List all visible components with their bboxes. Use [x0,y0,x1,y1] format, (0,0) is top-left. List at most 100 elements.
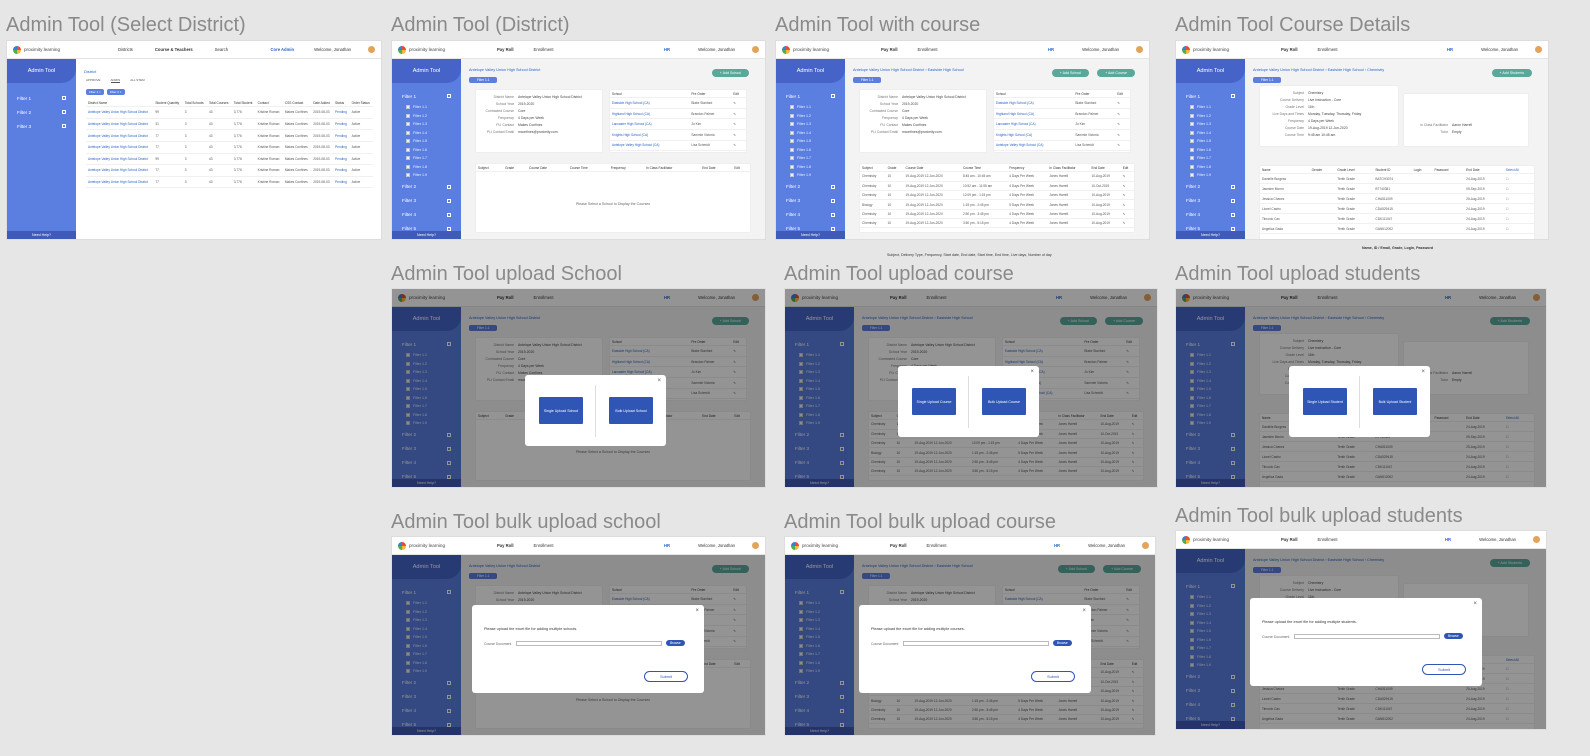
column-header[interactable]: In Class Facilitator [644,164,701,173]
table-cell[interactable]: Pending [333,106,350,119]
edit-icon[interactable]: ✎ [1115,118,1130,130]
column-header[interactable]: School [994,90,1074,99]
breadcrumb[interactable]: Antelope Valley Union High School Distri… [853,68,964,72]
column-header[interactable]: Student ID [1373,166,1412,175]
checkbox[interactable] [790,147,794,152]
row-checkbox[interactable]: ☐ [1503,193,1534,205]
edit-icon[interactable]: ✎ [731,108,746,120]
checkbox[interactable] [406,164,410,169]
nav-payroll[interactable]: Pay Roll [1281,537,1298,542]
column-header[interactable]: Grade Level [1335,166,1374,175]
table-row[interactable]: Antelope Valley High School (CA)Lisa Sch… [610,140,746,152]
checkbox[interactable] [406,105,410,110]
sidebar-subfilter[interactable]: Filter 1.5 [776,137,845,146]
edit-icon[interactable]: ✎ [1120,209,1134,220]
checkbox[interactable] [790,173,794,178]
column-header[interactable]: Edit [1115,90,1130,99]
nav-enrollment[interactable]: Enrollment [534,47,554,52]
edit-icon[interactable]: ✎ [731,140,746,152]
close-icon[interactable]: × [657,378,661,384]
table-row[interactable]: Eastside High School (CA) Blake Stanford ✎ [610,97,746,109]
avatar[interactable] [1142,542,1149,549]
table-row[interactable]: Antelope Valley Union High School Distri… [86,141,373,154]
single-upload-button[interactable]: Single Upload Student [1303,388,1347,415]
sidebar-subfilter[interactable]: Filter 1.9 [1176,171,1245,180]
table-row[interactable]: Lionel Castro Tenth Grade CDA529415 24-Aug-… [1260,203,1534,215]
table-row[interactable]: Chemistry 10 19-Aug-2019 12-Jun-2020 2:50 p… [860,209,1134,220]
school-link[interactable]: Lancaster High School (CA) [994,118,1074,130]
district-name-link[interactable]: Antelope Valley Union High School Distri… [86,141,154,154]
help-link[interactable]: Need Help? [1176,231,1245,239]
column-header[interactable]: District Name [86,99,154,108]
sidebar-filter-1[interactable]: Filter 1 [392,89,461,103]
column-header[interactable]: Total Student [231,99,256,108]
column-header[interactable]: Name [1260,166,1310,175]
close-icon[interactable]: × [1030,369,1034,375]
avatar[interactable] [752,46,759,53]
avatar[interactable] [1533,536,1540,543]
tab-admin[interactable]: ADMIN [110,78,121,83]
table-row[interactable]: Lancaster High School (CA)Jo Kim✎ [610,118,746,130]
sidebar-subfilter[interactable]: Filter 1.5 [1176,137,1245,146]
checkbox[interactable] [1190,147,1194,152]
nav-enrollment[interactable]: Enrollment [1318,537,1338,542]
district-name-link[interactable]: Antelope Valley Union High School Distri… [86,118,154,131]
help-link[interactable]: Need Help? [776,231,845,239]
sidebar-subfilter[interactable]: Filter 1.5 [392,137,461,146]
avatar[interactable] [752,542,759,549]
select-all-link[interactable]: Select All [1503,166,1534,175]
checkbox[interactable] [406,147,410,152]
district-name-link[interactable]: Antelope Valley Union High School Distri… [86,106,154,119]
brand-logo[interactable]: proximity learning [1182,535,1229,544]
checkbox[interactable] [1190,113,1194,118]
column-header[interactable]: School [610,90,690,99]
file-input[interactable] [516,641,662,646]
row-checkbox[interactable]: ☐ [1503,213,1534,225]
checkbox[interactable] [406,173,410,178]
add-students-button[interactable]: + Add Students [1491,69,1532,77]
filter-chip[interactable]: Filter 2 × [106,89,125,95]
sidebar-filter-3[interactable]: Filter 3 [776,194,845,208]
school-link[interactable]: Eastside High School (CA) [610,97,690,109]
table-row[interactable]: Antelope Valley Union High School Distri… [86,153,373,166]
sidebar-subfilter[interactable]: Filter 1.6 [776,146,845,155]
column-header[interactable]: Pre Order [689,90,732,99]
sidebar-subfilter[interactable]: Filter 1.3 [1176,120,1245,129]
column-header[interactable]: Date Added [311,99,334,108]
sidebar-filter-2[interactable]: Filter 2 [776,180,845,194]
edit-icon[interactable]: ✎ [1115,108,1130,120]
column-header[interactable]: CSS Contact [282,99,312,108]
checkbox[interactable] [790,105,794,110]
checkbox[interactable] [406,122,410,127]
column-header[interactable]: In Class Facilitator [1047,164,1090,173]
sidebar-subfilter[interactable]: Filter 1.1 [776,103,845,112]
column-header[interactable]: Course Date [903,164,961,173]
column-header[interactable]: Edit [732,164,750,173]
district-name-link[interactable]: Antelope Valley Union High School Distri… [86,164,154,177]
add-school-button[interactable]: + Add School [711,69,749,77]
close-icon[interactable]: × [1082,608,1086,614]
column-header[interactable]: Grade [503,164,528,173]
sidebar-subfilter[interactable]: Filter 1.3 [776,120,845,129]
edit-icon[interactable]: ✎ [1115,140,1130,152]
table-row[interactable]: Antelope Valley Union High School Distri… [86,106,373,119]
table-row[interactable]: Antelope Valley Union High School Distri… [86,176,373,189]
column-header[interactable]: Frequency [608,164,645,173]
edit-icon[interactable]: ✎ [1115,129,1130,141]
column-header[interactable]: Course Date [527,164,568,173]
brand-logo[interactable]: proximity learning [791,541,838,550]
nav-enrollment[interactable]: Enrollment [927,543,947,548]
single-upload-button[interactable]: Single Upload School [539,397,583,424]
help-link[interactable]: Need Help? [392,231,461,239]
sidebar-subfilter[interactable]: Filter 1.8 [776,163,845,172]
sidebar-subfilter[interactable]: Filter 1.6 [392,146,461,155]
sidebar-subfilter[interactable]: Filter 1.7 [1176,154,1245,163]
nav-hr[interactable]: HR [664,47,670,52]
sidebar-subfilter[interactable]: Filter 1.7 [392,154,461,163]
column-header[interactable]: Gender [1309,166,1336,175]
close-icon[interactable]: × [695,608,699,614]
column-header[interactable]: Password [1432,166,1465,175]
checkbox[interactable] [1190,156,1194,161]
sidebar-subfilter[interactable]: Filter 1.2 [392,112,461,121]
brand-logo[interactable]: proximity learning [1182,45,1229,54]
